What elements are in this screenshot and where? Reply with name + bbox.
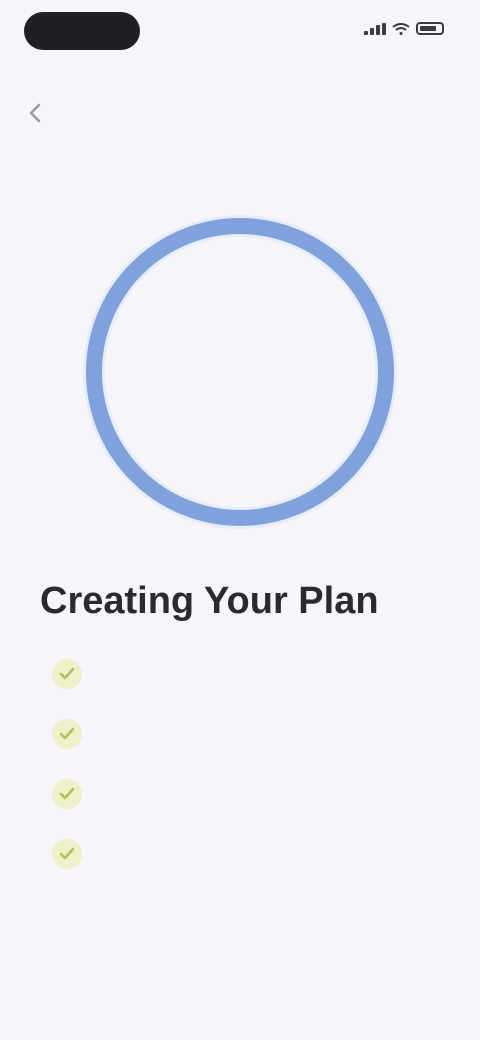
plan-steps-list: [52, 644, 432, 884]
status-time: [24, 12, 140, 50]
back-button[interactable]: [18, 96, 52, 130]
list-item: [52, 704, 432, 764]
list-item: [52, 644, 432, 704]
check-icon: [52, 779, 82, 809]
progress-ring-graphic: [83, 215, 397, 529]
progress-ring: [80, 212, 400, 532]
battery-icon: [416, 22, 444, 35]
plan-title: Creating Your Plan: [40, 580, 379, 622]
check-icon: [52, 719, 82, 749]
wifi-icon: [392, 22, 410, 35]
check-icon: [52, 659, 82, 689]
list-item: [52, 824, 432, 884]
status-icons: [364, 22, 444, 35]
status-bar: [0, 0, 480, 64]
nav-bar: [0, 86, 480, 138]
check-icon: [52, 839, 82, 869]
list-item: [52, 764, 432, 824]
progress-arc: [86, 218, 394, 526]
chevron-left-icon: [29, 103, 41, 123]
signal-icon: [364, 22, 386, 35]
